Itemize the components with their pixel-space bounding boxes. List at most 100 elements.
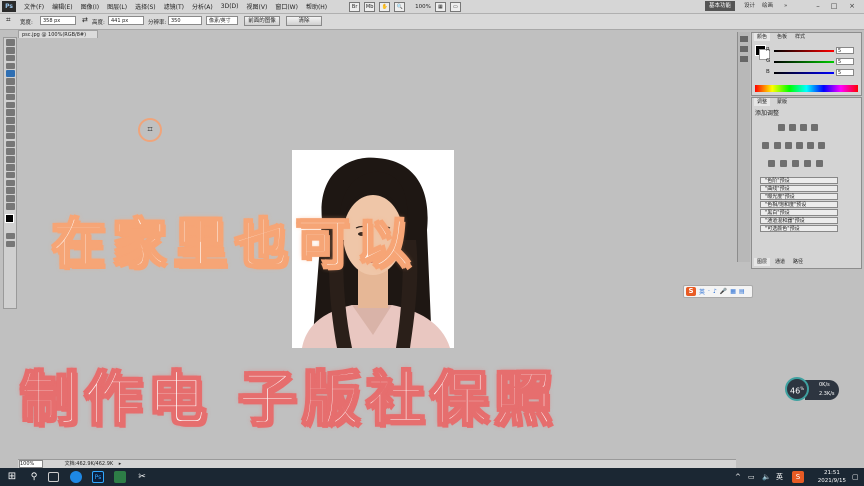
ime-tray-icon[interactable]: 英 [776,471,788,483]
height-input[interactable]: 441 px [108,16,144,25]
menu-window[interactable]: 窗口(W) [271,2,302,11]
menu-image[interactable]: 图像(I) [77,2,103,11]
vibrance-icon[interactable] [762,142,769,149]
search-icon[interactable]: ⚲ [28,471,40,483]
healing-tool-icon[interactable] [5,86,15,93]
close-icon[interactable]: × [846,1,858,11]
type-tool-icon[interactable] [5,156,15,163]
hand-icon[interactable]: ✋ [379,1,391,12]
keyboard-icon[interactable]: ▦ [730,288,736,295]
volume-icon[interactable]: 🔈 [762,471,774,483]
task-view-icon[interactable] [48,472,59,482]
foreground-color-swatch[interactable] [5,213,14,223]
path-select-tool-icon[interactable] [5,164,15,171]
3d-orbit-tool-icon[interactable] [5,187,15,194]
ime-skin-icon[interactable]: ♪ [713,288,717,295]
threshold-icon[interactable] [792,160,799,167]
brightness-icon[interactable] [778,124,785,131]
arrange-icon[interactable]: ▦ [434,1,446,12]
tab-masks[interactable]: 蒙版 [774,98,790,106]
document-tab[interactable]: psc.jpg @ 100%(RGB/8#) [18,30,98,38]
preset-exposure[interactable]: "曝光度"预设 [760,193,838,200]
panel-icon-3[interactable] [740,56,748,62]
eyedropper-tool-icon[interactable] [5,78,15,85]
slider-green-track[interactable] [774,61,834,63]
tab-color[interactable]: 颜色 [754,33,771,41]
levels-icon[interactable] [789,124,796,131]
black-white-icon[interactable] [796,142,803,149]
slider-red[interactable]: R 5 [766,47,858,55]
zoom-level[interactable]: 100% [415,4,431,10]
clear-button[interactable]: 清除 [286,16,322,26]
preset-levels[interactable]: "色阶"预设 [760,177,838,184]
toolbox-icon[interactable]: ▤ [739,288,745,295]
tab-channels[interactable]: 通道 [772,258,788,266]
eraser-tool-icon[interactable] [5,117,15,124]
menu-view[interactable]: 视图(V) [243,2,272,11]
ime-english-toggle[interactable]: 英 [699,287,705,296]
capcut-icon[interactable]: ✂ [136,471,148,483]
minibridge-icon[interactable]: Mb [364,1,376,12]
sogou-tray-icon[interactable]: S [792,471,804,483]
slider-red-track[interactable] [774,50,834,52]
status-menu-icon[interactable]: ▸ [119,461,122,467]
resolution-input[interactable]: 350 [168,16,202,25]
channel-r-value[interactable]: 5 [836,47,854,54]
preset-hue-saturation[interactable]: "色相/饱和度"预设 [760,201,838,208]
microphone-icon[interactable]: 🎤 [720,288,727,295]
preset-curves[interactable]: "曲线"预设 [760,185,838,192]
workspace-more-icon[interactable]: » [784,1,787,11]
menu-layer[interactable]: 图层(L) [103,2,131,11]
channel-g-value[interactable]: 5 [836,58,854,65]
clock[interactable]: 21:51 2021/9/15 [818,469,846,485]
selective-color-icon[interactable] [816,160,823,167]
invert-icon[interactable] [768,160,775,167]
3d-rotate-tool-icon[interactable] [5,179,15,187]
posterize-icon[interactable] [780,160,787,167]
workspace-essentials-button[interactable]: 基本功能 [705,1,736,11]
menu-select[interactable]: 选择(S) [131,2,160,11]
photoshop-taskbar-icon[interactable]: Ps [92,471,104,483]
pen-tool-icon[interactable] [5,148,15,155]
gradient-tool-icon[interactable] [5,125,15,132]
curves-icon[interactable] [800,124,807,131]
channel-mixer-icon[interactable] [818,142,825,149]
workspace-paint-link[interactable]: 绘画 [762,1,773,11]
channel-b-value[interactable]: 5 [836,69,854,76]
lasso-tool-icon[interactable] [5,54,15,62]
gradient-map-icon[interactable] [804,160,811,167]
width-input[interactable]: 358 px [40,16,76,25]
menu-analysis[interactable]: 分析(A) [188,2,217,11]
notification-icon[interactable]: ▢ [852,471,864,483]
edge-browser-icon[interactable] [70,471,82,483]
front-image-button[interactable]: 前面的图像 [244,16,280,26]
menu-help[interactable]: 帮助(H) [302,2,331,11]
crop-tool-icon[interactable]: ⌗ [6,15,11,25]
tab-styles[interactable]: 样式 [792,33,808,41]
resolution-unit-select[interactable]: 像素/英寸 [206,16,238,25]
hand-tool-icon[interactable] [5,195,15,202]
screen-mode-icon[interactable]: ▭ [449,1,461,12]
tab-layers[interactable]: 图层 [754,258,771,266]
photo-filter-icon[interactable] [807,142,814,149]
dodge-tool-icon[interactable] [5,140,15,148]
panel-icon-1[interactable] [740,36,748,42]
blur-tool-icon[interactable] [5,132,15,140]
network-speed-widget[interactable]: 0K/s 2.3K/s 46% [785,377,840,403]
tray-up-arrow-icon[interactable]: ^ [735,471,747,483]
tab-paths[interactable]: 路径 [790,258,806,266]
preset-black-white[interactable]: "黑白"预设 [760,209,838,216]
maximize-icon[interactable]: □ [828,1,840,11]
screen-mode-tool-icon[interactable] [5,240,15,248]
zoom-tool-icon[interactable] [5,203,15,210]
app-icon-green[interactable] [114,471,126,483]
ime-punctuation-icon[interactable]: · [708,288,710,295]
preset-channel-mixer[interactable]: "通道混和器"预设 [760,217,838,224]
panel-icon-2[interactable] [740,46,748,52]
stamp-tool-icon[interactable] [5,101,15,109]
exposure-icon[interactable] [811,124,818,131]
tab-swatches[interactable]: 色板 [774,33,790,41]
menu-filter[interactable]: 滤镜(T) [160,2,188,11]
preset-selective-color[interactable]: "可选颜色"预设 [760,225,838,232]
swap-icon[interactable]: ⇄ [82,16,88,24]
